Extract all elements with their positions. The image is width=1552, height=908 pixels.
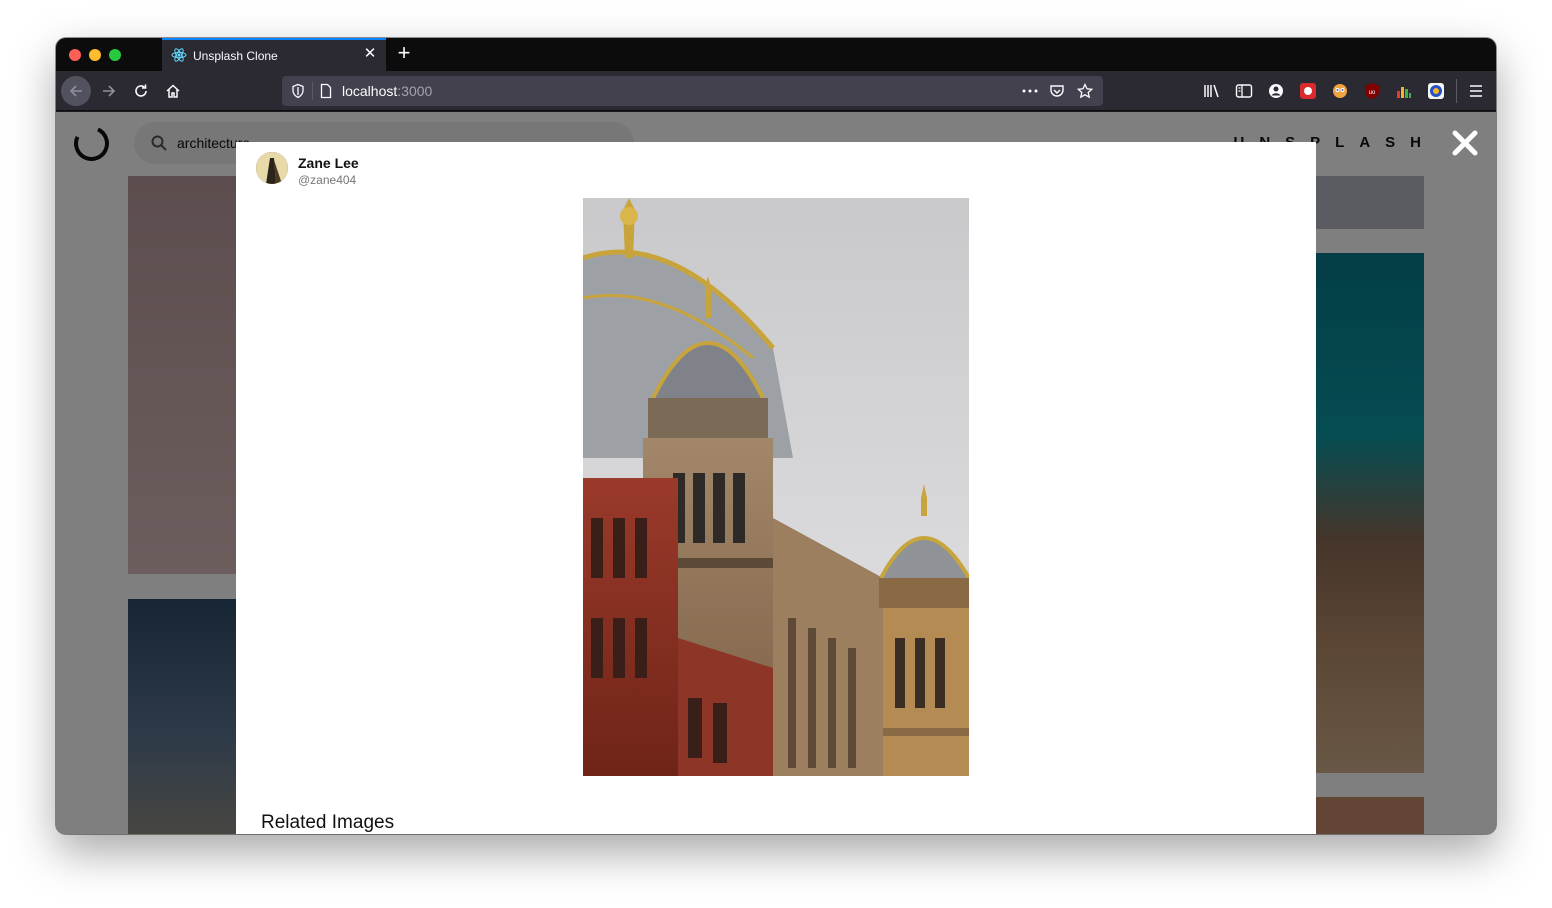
library-icon[interactable] — [1202, 81, 1222, 101]
svg-text:uo: uo — [1369, 90, 1376, 96]
avatar[interactable] — [256, 152, 288, 184]
plus-icon[interactable]: + — [394, 42, 414, 65]
image-modal: Zane Lee @zane404 Related Images — [236, 142, 1316, 834]
page-icon[interactable] — [318, 83, 334, 99]
tab-unsplash-clone[interactable]: Unsplash Clone ✕ — [162, 38, 386, 71]
home-icon — [166, 84, 180, 98]
shield-icon[interactable] — [290, 83, 306, 99]
more-icon[interactable] — [1021, 83, 1039, 99]
tab-strip: Unsplash Clone ✕ + — [56, 38, 1496, 71]
url-port: :3000 — [397, 83, 433, 99]
browser-window: Unsplash Clone ✕ + localhost:3000 uo Zan… — [56, 38, 1496, 834]
react-icon — [171, 48, 187, 62]
page-content: architecture UNSPLASH Zane Lee @zane404 — [56, 112, 1496, 834]
forward-icon — [103, 85, 116, 97]
navigation-toolbar: localhost:3000 uo — [56, 71, 1496, 111]
extension-icon[interactable] — [1330, 81, 1350, 101]
account-icon[interactable] — [1266, 81, 1286, 101]
close-icon[interactable]: ✕ — [362, 46, 378, 62]
extension-icon[interactable]: uo — [1362, 81, 1382, 101]
reload-icon — [135, 84, 147, 97]
url-host: localhost — [342, 83, 398, 99]
star-icon[interactable] — [1077, 83, 1093, 99]
close-window-button[interactable] — [69, 49, 81, 61]
extension-icon[interactable] — [1426, 81, 1446, 101]
user-handle[interactable]: @zane404 — [298, 173, 356, 187]
menu-icon[interactable] — [1466, 81, 1486, 101]
pocket-icon[interactable] — [1049, 83, 1065, 99]
back-icon — [69, 85, 82, 97]
minimize-window-button[interactable] — [89, 49, 101, 61]
extension-icon[interactable] — [1394, 81, 1414, 101]
avatar-image — [256, 152, 288, 184]
photo-image — [583, 198, 969, 776]
main-photo[interactable] — [583, 198, 969, 776]
related-images-heading: Related Images — [261, 812, 395, 833]
toolbar-separator — [1456, 79, 1457, 103]
extension-icon[interactable] — [1298, 81, 1318, 101]
url-divider — [312, 82, 313, 100]
zoom-window-button[interactable] — [109, 49, 121, 61]
reload-button[interactable] — [126, 76, 156, 106]
home-button[interactable] — [158, 76, 188, 106]
back-button[interactable] — [61, 76, 91, 106]
tab-title: Unsplash Clone — [193, 49, 278, 63]
sidebar-icon[interactable] — [1234, 81, 1254, 101]
url-bar[interactable]: localhost:3000 — [282, 76, 1103, 106]
forward-button[interactable] — [94, 76, 124, 106]
close-icon[interactable] — [1450, 128, 1480, 158]
user-name[interactable]: Zane Lee — [298, 155, 359, 171]
url-text[interactable]: localhost:3000 — [342, 83, 432, 99]
